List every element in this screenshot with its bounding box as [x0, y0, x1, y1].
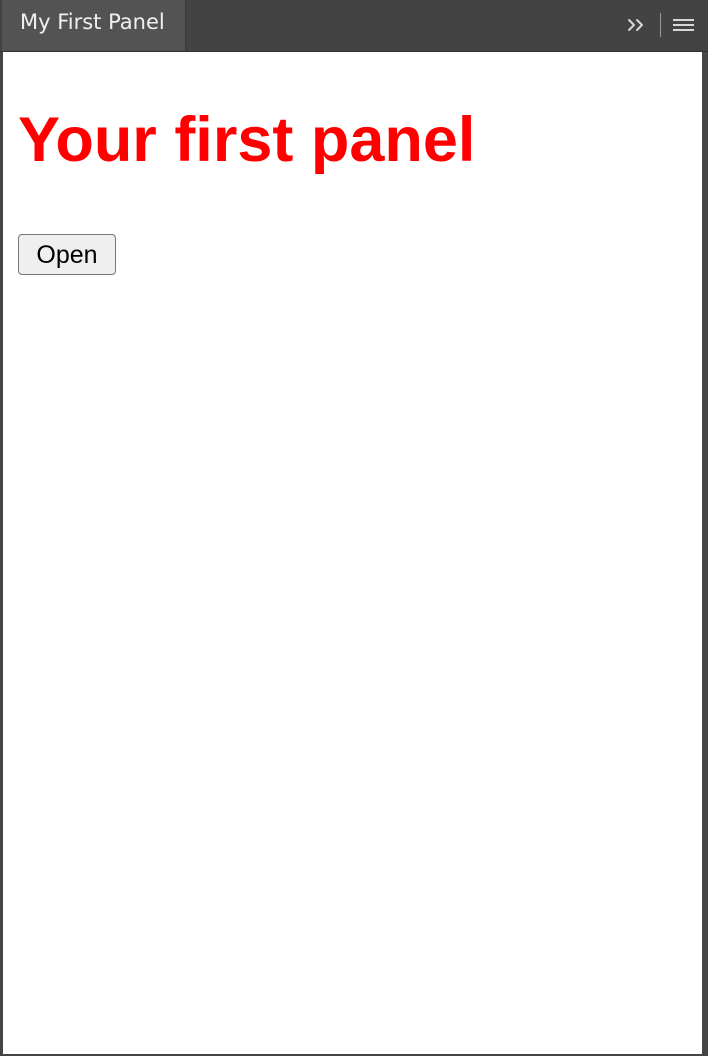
open-button[interactable]: Open: [18, 234, 116, 275]
panel-body: Your first panel Open: [3, 52, 702, 1054]
header-divider: [660, 13, 661, 37]
panel-tab[interactable]: My First Panel: [2, 0, 186, 51]
header-controls: [625, 12, 694, 38]
panel-header: My First Panel: [0, 0, 708, 52]
panel-tab-label: My First Panel: [20, 10, 165, 34]
panel-frame: My First Panel Your first panel Open: [0, 0, 708, 1056]
hamburger-menu-icon[interactable]: [673, 14, 694, 36]
page-title: Your first panel: [18, 105, 476, 175]
double-chevron-right-icon[interactable]: [625, 14, 647, 36]
